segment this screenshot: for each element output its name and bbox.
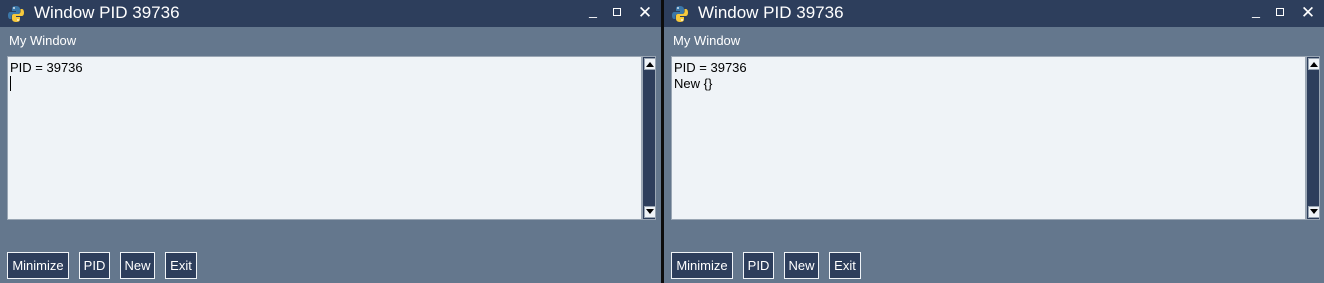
desktop: Window PID 39736 _ ✕ My Window PID = 397…: [0, 0, 1324, 283]
python-icon: [7, 5, 25, 23]
minimize-icon[interactable]: _: [583, 3, 603, 23]
text-caret: [10, 76, 11, 91]
title-bar[interactable]: Window PID 39736 _ ✕: [0, 0, 661, 27]
exit-button[interactable]: Exit: [829, 252, 861, 279]
output-textarea[interactable]: PID = 39736: [7, 56, 642, 220]
close-icon[interactable]: ✕: [1298, 3, 1318, 23]
minimize-button[interactable]: Minimize: [671, 252, 733, 279]
scroll-down-arrow-icon[interactable]: [644, 206, 656, 218]
minimize-icon[interactable]: _: [1246, 3, 1266, 23]
maximize-icon[interactable]: [1271, 3, 1291, 23]
scroll-up-arrow-icon[interactable]: [644, 58, 656, 70]
window-label: My Window: [9, 33, 77, 48]
exit-button[interactable]: Exit: [165, 252, 197, 279]
vertical-scrollbar[interactable]: [642, 56, 656, 220]
window-label: My Window: [673, 33, 741, 48]
minimize-button[interactable]: Minimize: [7, 252, 69, 279]
pid-button[interactable]: PID: [79, 252, 110, 279]
app-window-1: Window PID 39736 _ ✕ My Window PID = 397…: [0, 0, 661, 283]
new-button[interactable]: New: [784, 252, 819, 279]
output-textarea[interactable]: PID = 39736 New {}: [671, 56, 1306, 220]
scroll-down-arrow-icon[interactable]: [1308, 206, 1320, 218]
output-text: PID = 39736 New {}: [674, 60, 747, 91]
window-title: Window PID 39736: [698, 3, 844, 22]
window-title: Window PID 39736: [34, 3, 180, 22]
new-button[interactable]: New: [120, 252, 155, 279]
title-bar[interactable]: Window PID 39736 _ ✕: [664, 0, 1324, 27]
output-text: PID = 39736: [10, 60, 83, 75]
app-window-2: Window PID 39736 _ ✕ My Window PID = 397…: [664, 0, 1324, 283]
scroll-up-arrow-icon[interactable]: [1308, 58, 1320, 70]
python-icon: [671, 5, 689, 23]
maximize-icon[interactable]: [608, 3, 628, 23]
close-icon[interactable]: ✕: [635, 3, 655, 23]
pid-button[interactable]: PID: [743, 252, 774, 279]
vertical-scrollbar[interactable]: [1306, 56, 1320, 220]
